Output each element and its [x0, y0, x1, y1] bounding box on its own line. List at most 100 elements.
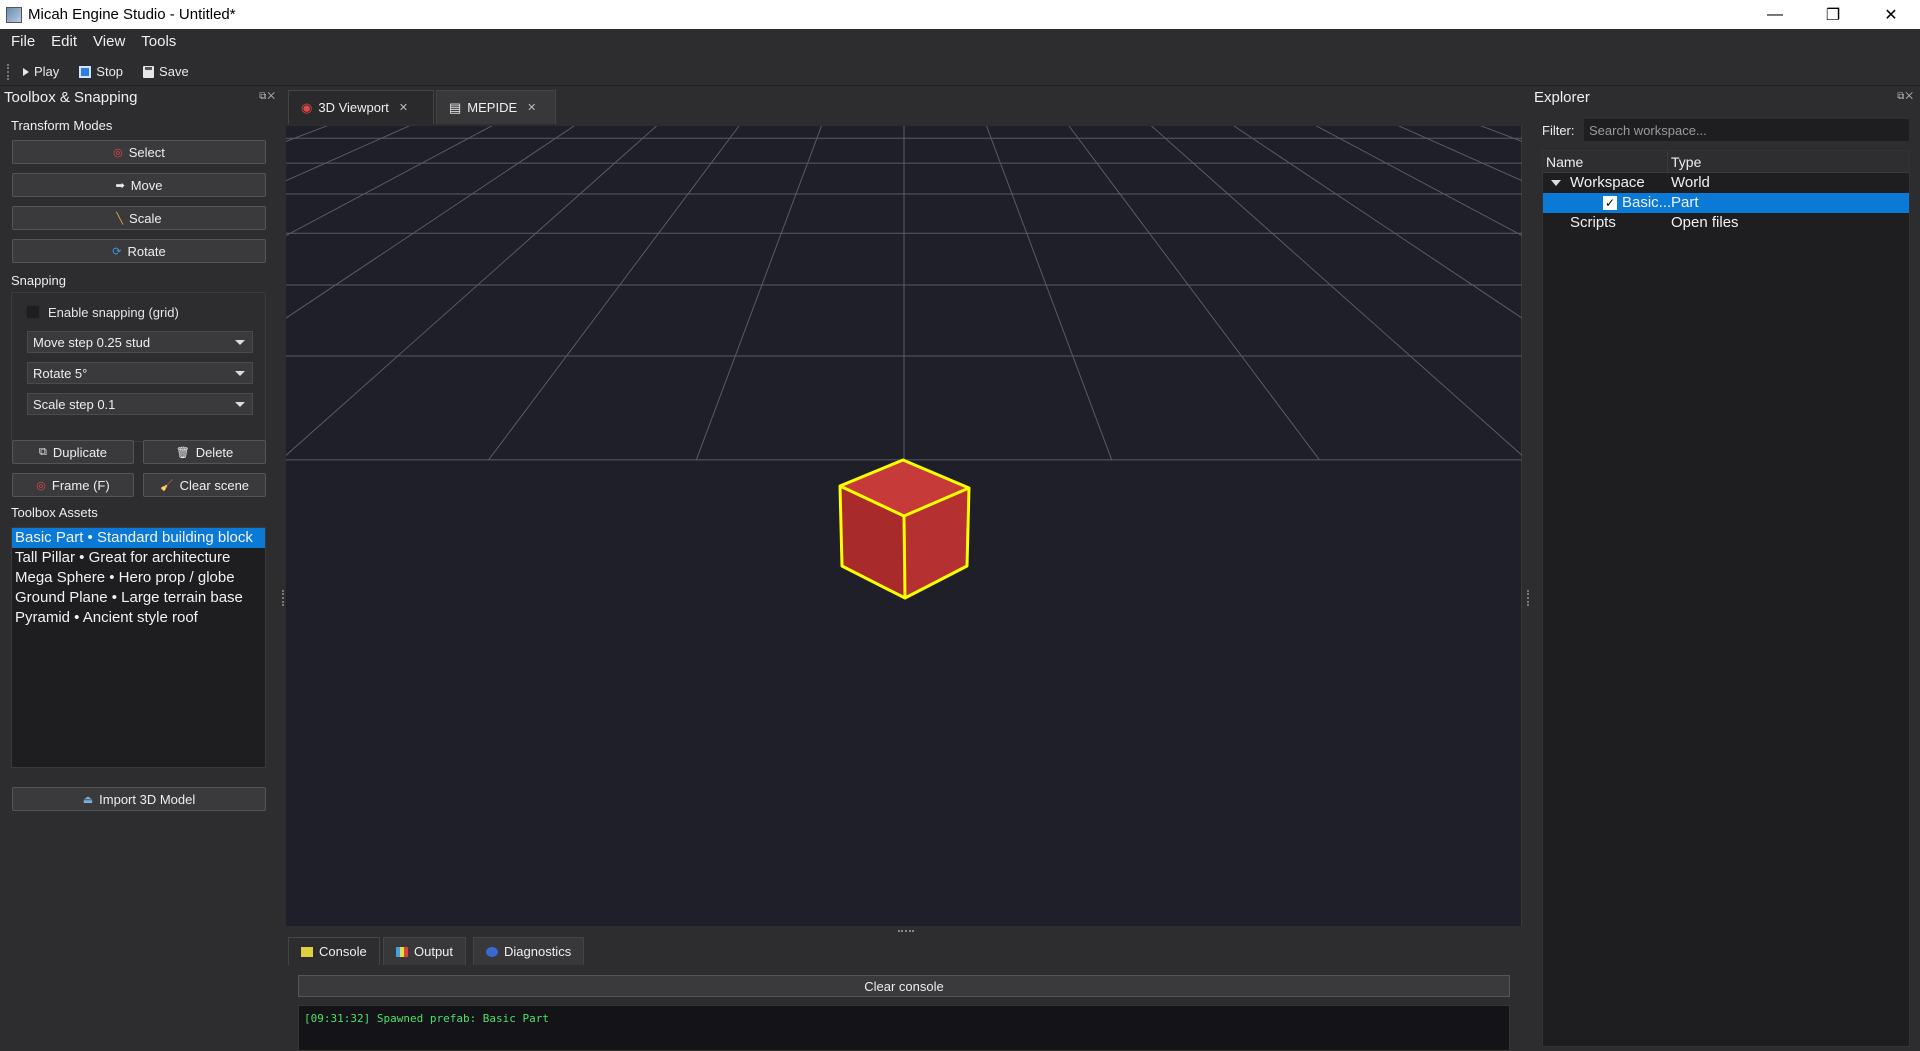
clear-console-button[interactable]: Clear console [298, 975, 1510, 997]
list-item[interactable]: Basic Part • Standard building block [12, 528, 265, 548]
grid-line [0, 1, 401, 79]
scale-mode-label: Scale [129, 210, 162, 226]
list-item[interactable]: Pyramid • Ancient style roof [12, 608, 265, 628]
tab-console-label: Console [319, 944, 367, 959]
dock-float-close-icons[interactable]: ⧉✕ [1897, 91, 1914, 102]
grid-line [1227, 1, 1920, 208]
3d-viewport[interactable] [0, 1, 1920, 926]
chevron-down-icon [235, 371, 245, 376]
dock-float-close-icons[interactable]: ⧉✕ [259, 91, 276, 102]
toolbox-asset-list[interactable]: Basic Part • Standard building block Tal… [11, 527, 266, 768]
chevron-down-icon [235, 402, 245, 407]
grid-line [695, 1, 869, 461]
scale-mode-button[interactable]: ╲ Scale [12, 206, 266, 230]
expand-arrow-icon[interactable] [1551, 180, 1561, 186]
menu-file[interactable]: File [0, 33, 43, 50]
tree-row-scripts[interactable]: Scripts Open files [1543, 213, 1909, 233]
move-mode-button[interactable]: ➡ Move [12, 173, 266, 197]
select-mode-button[interactable]: ◎ Select [12, 140, 266, 164]
grid-line [0, 1, 689, 309]
tab-diagnostics[interactable]: Diagnostics [473, 937, 585, 965]
save-button[interactable]: Save [143, 64, 189, 79]
grid-line [1119, 1, 1920, 359]
selected-cube[interactable] [838, 458, 971, 600]
grid-line [1011, 1, 1528, 461]
list-item[interactable]: Tall Pillar • Great for architecture [12, 548, 265, 568]
tab-output[interactable]: Output [383, 937, 467, 965]
column-header-type[interactable]: Type [1668, 151, 1701, 172]
title-bar: Micah Engine Studio - Untitled* — ❐ ✕ [0, 0, 1920, 29]
pin-icon[interactable]: ✕ [399, 101, 408, 114]
left-splitter-handle[interactable] [282, 590, 284, 606]
menu-tools[interactable]: Tools [133, 33, 184, 50]
duplicate-button[interactable]: ⧉ Duplicate [12, 440, 134, 464]
scale-step-dropdown[interactable]: Scale step 0.1 [27, 393, 253, 415]
viewport-scene [0, 1, 1920, 600]
grid-line [0, 1, 617, 208]
toolbox-dock: Toolbox & Snapping ⧉✕ Transform Modes ◎ … [0, 87, 282, 1051]
tree-row-type: World [1671, 174, 1710, 191]
grid-line [0, 1, 581, 175]
rotate-step-dropdown[interactable]: Rotate 5° [27, 362, 253, 384]
grid-line [1335, 1, 1920, 133]
grid-line [975, 1, 1320, 461]
bottom-splitter-handle[interactable] [286, 927, 1522, 937]
tree-row-type: Part [1671, 194, 1699, 211]
stop-button[interactable]: Stop [79, 64, 123, 79]
workspace-search-input[interactable] [1583, 118, 1910, 142]
grid-line [1443, 1, 1920, 88]
tree-row-basic-part[interactable]: ✓ Basic... Part [1543, 193, 1909, 213]
chart-icon [396, 946, 408, 957]
minimize-button[interactable]: — [1746, 0, 1804, 29]
toolbar-grip[interactable] [7, 63, 13, 80]
app-icon [6, 6, 22, 23]
grid-line [939, 1, 1113, 461]
rotate-mode-button[interactable]: ⟳ Rotate [12, 239, 266, 263]
delete-label: Delete [195, 444, 234, 460]
console-output[interactable]: [09:31:32] Spawned prefab: Basic Part [298, 1005, 1510, 1051]
tree-header: Name Type [1543, 151, 1909, 173]
visibility-checkbox[interactable]: ✓ [1603, 196, 1617, 210]
transform-modes-label: Transform Modes [11, 118, 113, 133]
delete-button[interactable]: 🗑 Delete [143, 440, 266, 464]
toolbox-assets-label: Toolbox Assets [11, 505, 98, 520]
toolbox-dock-title: Toolbox & Snapping [4, 89, 138, 106]
clear-scene-button[interactable]: 🧹 Clear scene [143, 473, 266, 497]
grid-line [0, 1, 293, 49]
explorer-tree[interactable]: Name Type Workspace World ✓ Basic... Par… [1542, 150, 1910, 1047]
enable-snapping-checkbox[interactable] [26, 305, 40, 319]
import-label: Import 3D Model [99, 791, 196, 807]
restore-button[interactable]: ❐ [1804, 0, 1862, 29]
list-item[interactable]: Mega Sphere • Hero prop / globe [12, 568, 265, 588]
close-button[interactable]: ✕ [1862, 0, 1920, 29]
grid-line [1407, 1, 1920, 101]
grid-line [488, 1, 833, 461]
bottom-panel-tabs: Console Output Diagnostics [286, 937, 1524, 965]
move-step-dropdown[interactable]: Move step 0.25 stud [27, 331, 253, 353]
grid-line [1083, 1, 1920, 449]
window-controls: — ❐ ✕ [1746, 0, 1920, 29]
menu-view[interactable]: View [85, 33, 133, 50]
tab-console[interactable]: Console [288, 937, 380, 965]
frame-button[interactable]: ◎ Frame (F) [12, 473, 134, 497]
pin-icon[interactable]: ✕ [527, 101, 536, 114]
tab-mepide-label: MEPIDE [467, 100, 518, 115]
tab-3d-viewport[interactable]: ◉ 3D Viewport ✕ [288, 90, 434, 124]
list-item[interactable]: Ground Plane • Large terrain base [12, 588, 265, 608]
grid-line [1479, 1, 1920, 76]
filter-label: Filter: [1542, 123, 1575, 138]
enable-snapping-label: Enable snapping (grid) [48, 305, 179, 320]
tree-row-workspace[interactable]: Workspace World [1543, 173, 1909, 193]
frame-label: Frame (F) [51, 477, 110, 493]
viewport-icon: ◉ [301, 99, 313, 115]
grid-line [72, 1, 761, 461]
right-splitter-handle[interactable] [1527, 590, 1529, 606]
snapping-label: Snapping [11, 273, 66, 288]
column-header-name[interactable]: Name [1543, 151, 1668, 172]
play-button[interactable]: Play [23, 64, 59, 79]
ruler-icon: ╲ [116, 212, 124, 225]
tab-mepide[interactable]: ▤ MEPIDE ✕ [436, 90, 556, 124]
import-3d-model-button[interactable]: ⏏ Import 3D Model [12, 787, 266, 811]
menu-edit[interactable]: Edit [43, 33, 85, 50]
grid-line [1047, 1, 1736, 461]
